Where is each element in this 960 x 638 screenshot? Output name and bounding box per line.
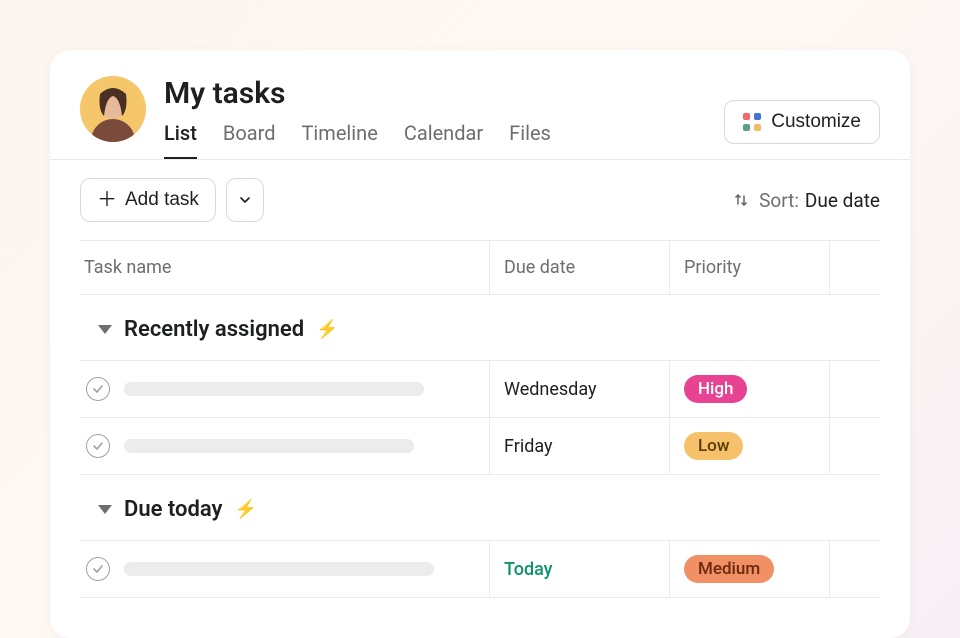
task-name-cell bbox=[80, 541, 490, 597]
priority-pill: High bbox=[684, 375, 747, 403]
add-task-button[interactable]: ＋ Add task bbox=[80, 178, 216, 222]
complete-checkbox[interactable] bbox=[86, 557, 110, 581]
section-header[interactable]: Due today ⚡ bbox=[80, 475, 880, 541]
extra-cell bbox=[830, 418, 880, 474]
column-header-due[interactable]: Due date bbox=[490, 241, 670, 294]
table-header: Task name Due date Priority bbox=[80, 240, 880, 295]
priority-pill: Low bbox=[684, 432, 743, 460]
task-name-placeholder bbox=[124, 382, 424, 396]
priority-pill: Medium bbox=[684, 555, 774, 583]
sort-icon bbox=[733, 192, 749, 208]
priority-cell[interactable]: Medium bbox=[670, 541, 830, 597]
task-name-cell bbox=[80, 418, 490, 474]
sort-prefix: Sort: bbox=[759, 189, 799, 212]
due-date-cell[interactable]: Today bbox=[490, 541, 670, 597]
tab-files[interactable]: Files bbox=[509, 121, 551, 159]
customize-label: Customize bbox=[771, 111, 861, 133]
add-task-group: ＋ Add task bbox=[80, 178, 264, 222]
task-row[interactable]: Friday Low bbox=[80, 418, 880, 475]
due-date-cell[interactable]: Friday bbox=[490, 418, 670, 474]
chevron-down-icon bbox=[239, 194, 251, 206]
priority-cell[interactable]: High bbox=[670, 361, 830, 417]
task-table: Task name Due date Priority Recently ass… bbox=[50, 240, 910, 638]
complete-checkbox[interactable] bbox=[86, 377, 110, 401]
bolt-icon: ⚡ bbox=[234, 499, 256, 520]
column-header-priority[interactable]: Priority bbox=[670, 241, 830, 294]
column-header-extra[interactable] bbox=[830, 241, 880, 294]
task-row[interactable]: Wednesday High bbox=[80, 361, 880, 418]
toolbar: ＋ Add task Sort: Due date bbox=[50, 160, 910, 240]
add-task-dropdown-button[interactable] bbox=[226, 178, 264, 222]
column-header-name[interactable]: Task name bbox=[80, 241, 490, 294]
tab-board[interactable]: Board bbox=[223, 121, 276, 159]
add-task-label: Add task bbox=[125, 189, 199, 211]
extra-cell bbox=[830, 541, 880, 597]
due-date-value: Today bbox=[504, 559, 553, 580]
app-window: My tasks List Board Timeline Calendar Fi… bbox=[50, 50, 910, 638]
tab-list[interactable]: List bbox=[164, 121, 197, 159]
section-header[interactable]: Recently assigned ⚡ bbox=[80, 295, 880, 361]
caret-down-icon bbox=[98, 505, 112, 514]
task-name-cell bbox=[80, 361, 490, 417]
due-date-value: Friday bbox=[504, 436, 553, 457]
sort-value: Due date bbox=[805, 189, 880, 212]
section-title: Recently assigned bbox=[124, 317, 304, 342]
due-date-cell[interactable]: Wednesday bbox=[490, 361, 670, 417]
avatar[interactable] bbox=[80, 76, 146, 142]
tab-calendar[interactable]: Calendar bbox=[404, 121, 483, 159]
task-name-placeholder bbox=[124, 439, 414, 453]
sort-control[interactable]: Sort: Due date bbox=[733, 189, 880, 212]
extra-cell bbox=[830, 361, 880, 417]
task-name-placeholder bbox=[124, 562, 434, 576]
bolt-icon: ⚡ bbox=[316, 319, 338, 340]
complete-checkbox[interactable] bbox=[86, 434, 110, 458]
tab-timeline[interactable]: Timeline bbox=[301, 121, 377, 159]
task-row[interactable]: Today Medium bbox=[80, 541, 880, 598]
customize-icon bbox=[743, 113, 761, 131]
plus-icon: ＋ bbox=[97, 190, 117, 210]
customize-button[interactable]: Customize bbox=[724, 100, 880, 144]
caret-down-icon bbox=[98, 325, 112, 334]
section-title: Due today bbox=[124, 497, 222, 522]
due-date-value: Wednesday bbox=[504, 379, 597, 400]
priority-cell[interactable]: Low bbox=[670, 418, 830, 474]
page-header: My tasks List Board Timeline Calendar Fi… bbox=[50, 50, 910, 159]
